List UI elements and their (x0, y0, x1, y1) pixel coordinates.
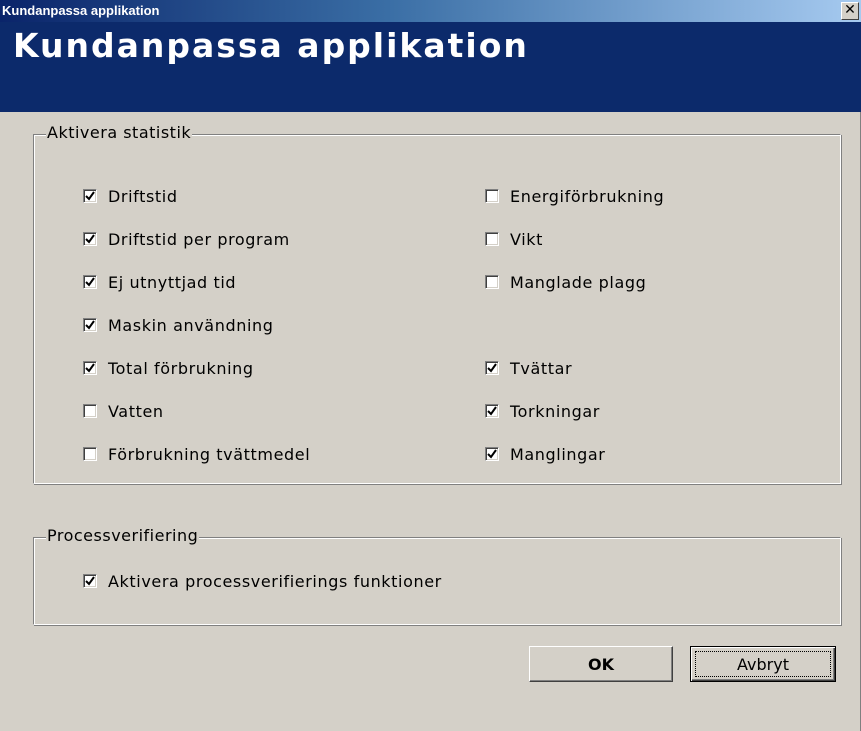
checkbox-box[interactable] (83, 447, 97, 461)
header-banner: Kundanpassa applikation (0, 22, 861, 112)
focus-ring (695, 651, 831, 677)
ok-button-label: OK (588, 654, 614, 674)
checkbox-box[interactable] (485, 275, 499, 289)
checkbox-manglingar[interactable]: Manglingar (485, 444, 605, 464)
checkbox-total-forbrukning[interactable]: Total förbrukning (83, 358, 254, 378)
checkbox-tvattar[interactable]: Tvättar (485, 358, 572, 378)
checkbox-box[interactable] (83, 318, 97, 332)
checkbox-box[interactable] (485, 447, 499, 461)
checkbox-box[interactable] (83, 189, 97, 203)
checkbox-driftstid-per-program[interactable]: Driftstid per program (83, 229, 290, 249)
checkbox-label: Driftstid (108, 186, 178, 206)
checkbox-ej-utnyttjad-tid[interactable]: Ej utnyttjad tid (83, 272, 236, 292)
checkbox-label: Total förbrukning (108, 358, 254, 378)
checkbox-label: Förbrukning tvättmedel (108, 444, 311, 464)
checkbox-manglade-plagg[interactable]: Manglade plagg (485, 272, 646, 292)
checkbox-driftstid[interactable]: Driftstid (83, 186, 178, 206)
checkbox-box[interactable] (83, 275, 97, 289)
checkbox-vikt[interactable]: Vikt (485, 229, 543, 249)
checkbox-label: Ej utnyttjad tid (108, 272, 237, 292)
checkbox-energiforbrukning[interactable]: Energiförbrukning (485, 186, 664, 206)
title-bar[interactable]: Kundanpassa applikation ✕ (0, 0, 861, 22)
statistics-group-legend: Aktivera statistik (46, 123, 193, 142)
checkbox-label: Manglingar (510, 444, 606, 464)
dialog-window: Kundanpassa applikation ✕ Kundanpassa ap… (0, 0, 861, 731)
checkbox-box[interactable] (83, 574, 97, 588)
page-title: Kundanpassa applikation (13, 26, 529, 65)
checkbox-box[interactable] (83, 232, 97, 246)
checkbox-label: Vatten (108, 401, 164, 421)
ok-button[interactable]: OK (529, 646, 673, 682)
checkbox-maskin-anvandning[interactable]: Maskin användning (83, 315, 273, 335)
cancel-button[interactable]: Avbryt (690, 646, 836, 682)
checkbox-label: Manglade plagg (510, 272, 647, 292)
checkbox-processverifiering[interactable]: Aktivera processverifierings funktioner (83, 571, 442, 591)
checkbox-box[interactable] (485, 232, 499, 246)
close-icon[interactable]: ✕ (841, 2, 859, 20)
checkbox-label: Aktivera processverifierings funktioner (108, 571, 442, 591)
checkbox-label: Maskin användning (108, 315, 274, 335)
checkbox-label: Tvättar (510, 358, 573, 378)
checkbox-torkningar[interactable]: Torkningar (485, 401, 600, 421)
checkbox-label: Driftstid per program (108, 229, 290, 249)
checkbox-label: Energiförbrukning (510, 186, 665, 206)
checkbox-box[interactable] (485, 189, 499, 203)
checkbox-box[interactable] (485, 404, 499, 418)
checkbox-vatten[interactable]: Vatten (83, 401, 164, 421)
checkbox-box[interactable] (83, 361, 97, 375)
window-title: Kundanpassa applikation (2, 3, 160, 18)
checkbox-label: Vikt (510, 229, 543, 249)
process-group-legend: Processverifiering (46, 526, 200, 545)
checkbox-forbrukning-tvattmedel[interactable]: Förbrukning tvättmedel (83, 444, 310, 464)
checkbox-box[interactable] (485, 361, 499, 375)
checkbox-label: Torkningar (510, 401, 600, 421)
checkbox-box[interactable] (83, 404, 97, 418)
